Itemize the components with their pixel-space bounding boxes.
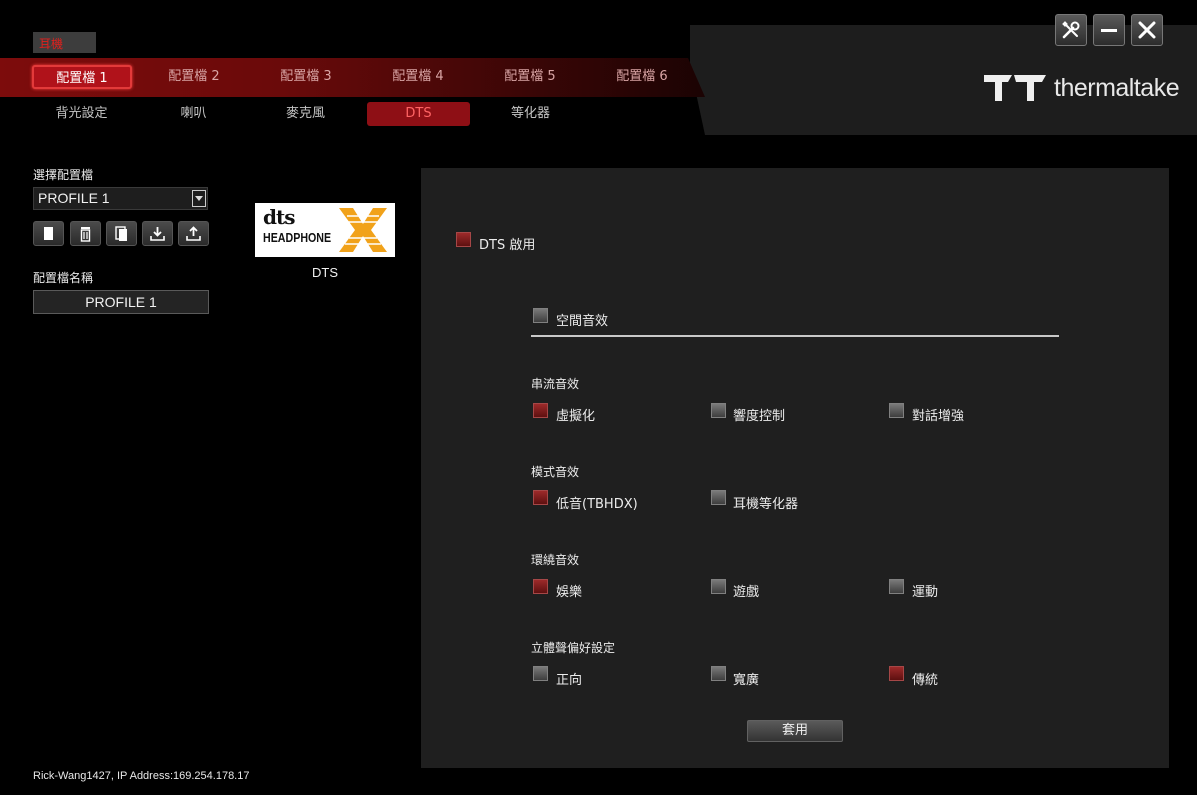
profile-name-field[interactable]: PROFILE 1 bbox=[33, 290, 209, 314]
game-label: 遊戲 bbox=[733, 585, 760, 600]
spatial-audio-checkbox[interactable] bbox=[533, 308, 548, 323]
import-icon bbox=[150, 227, 165, 241]
tab-lighting[interactable]: 背光設定 bbox=[30, 102, 133, 126]
virtualization-checkbox[interactable] bbox=[533, 403, 548, 418]
export-icon bbox=[186, 226, 201, 241]
dts-caption: DTS bbox=[312, 265, 338, 280]
tab-microphone[interactable]: 麥克風 bbox=[254, 102, 357, 126]
entertainment-label: 娛樂 bbox=[556, 585, 583, 600]
wide-checkbox[interactable] bbox=[711, 666, 726, 681]
game-checkbox[interactable] bbox=[711, 579, 726, 594]
sport-label: 運動 bbox=[912, 585, 939, 600]
apply-button[interactable]: 套用 bbox=[747, 720, 843, 742]
select-profile-label: 選擇配置檔 bbox=[33, 168, 94, 182]
group-title-surround: 環繞音效 bbox=[531, 553, 580, 567]
delete-icon bbox=[80, 227, 91, 242]
copy-icon bbox=[115, 226, 127, 241]
export-profile-button[interactable] bbox=[178, 221, 209, 246]
dialog-enhance-checkbox[interactable] bbox=[889, 403, 904, 418]
chevron-down-icon[interactable] bbox=[192, 190, 206, 207]
tab-profile-3[interactable]: 配置檔 3 bbox=[256, 65, 356, 89]
device-tab[interactable]: 耳機 bbox=[33, 32, 96, 53]
loudness-checkbox[interactable] bbox=[711, 403, 726, 418]
virtualization-label: 虛擬化 bbox=[556, 409, 596, 424]
close-button[interactable] bbox=[1131, 14, 1163, 46]
brand-logo: thermaltake bbox=[984, 70, 1180, 106]
sport-checkbox[interactable] bbox=[889, 579, 904, 594]
tab-profile-6[interactable]: 配置檔 6 bbox=[592, 65, 692, 89]
copy-profile-button[interactable] bbox=[106, 221, 137, 246]
tab-profile-2[interactable]: 配置檔 2 bbox=[144, 65, 244, 89]
profile-name-label: 配置檔名稱 bbox=[33, 271, 94, 285]
settings-button[interactable] bbox=[1055, 14, 1087, 46]
dts-x-mark-icon bbox=[339, 208, 387, 252]
traditional-checkbox[interactable] bbox=[889, 666, 904, 681]
new-profile-button[interactable] bbox=[33, 221, 64, 246]
status-bar: Rick-Wang1427, IP Address:169.254.178.17 bbox=[33, 770, 250, 782]
entertainment-checkbox[interactable] bbox=[533, 579, 548, 594]
bass-tbhdx-label: 低音(TBHDX) bbox=[556, 497, 638, 512]
tt-logo-icon bbox=[984, 75, 1046, 101]
tab-profile-4[interactable]: 配置檔 4 bbox=[368, 65, 468, 89]
group-title-streaming: 串流音效 bbox=[531, 377, 580, 391]
dialog-enhance-label: 對話增強 bbox=[912, 409, 965, 424]
dts-enable-checkbox[interactable] bbox=[456, 232, 471, 247]
spatial-audio-label: 空間音效 bbox=[556, 314, 609, 329]
delete-profile-button[interactable] bbox=[70, 221, 101, 246]
group-title-stereo: 立體聲偏好設定 bbox=[531, 641, 616, 655]
headphone-eq-label: 耳機等化器 bbox=[733, 497, 799, 512]
loudness-label: 響度控制 bbox=[733, 409, 786, 424]
tab-speaker[interactable]: 喇叭 bbox=[142, 102, 245, 126]
divider bbox=[531, 335, 1059, 337]
minimize-icon bbox=[1101, 29, 1117, 32]
wrench-screwdriver-icon bbox=[1062, 21, 1080, 39]
headphone-eq-checkbox[interactable] bbox=[711, 490, 726, 505]
dts-headphone-x-logo: dts HEADPHONE bbox=[255, 203, 395, 257]
tab-equalizer[interactable]: 等化器 bbox=[479, 102, 582, 126]
profile-select[interactable]: PROFILE 1 bbox=[33, 187, 208, 210]
traditional-label: 傳統 bbox=[912, 673, 939, 688]
minimize-button[interactable] bbox=[1093, 14, 1125, 46]
close-icon bbox=[1138, 21, 1156, 39]
brand-name: thermaltake bbox=[1054, 73, 1180, 102]
tab-dts[interactable]: DTS bbox=[367, 102, 470, 126]
front-checkbox[interactable] bbox=[533, 666, 548, 681]
bass-tbhdx-checkbox[interactable] bbox=[533, 490, 548, 505]
dts-headphone-text: HEADPHONE bbox=[263, 230, 332, 245]
dts-logo-text: dts bbox=[263, 205, 296, 229]
import-profile-button[interactable] bbox=[142, 221, 173, 246]
profile-select-value: PROFILE 1 bbox=[38, 190, 110, 206]
tab-profile-1[interactable]: 配置檔 1 bbox=[32, 65, 132, 89]
new-icon bbox=[44, 227, 53, 240]
tab-profile-5[interactable]: 配置檔 5 bbox=[480, 65, 580, 89]
front-label: 正向 bbox=[556, 673, 583, 688]
dts-enable-label: DTS 啟用 bbox=[479, 238, 536, 253]
wide-label: 寬廣 bbox=[733, 673, 760, 688]
group-title-mode: 模式音效 bbox=[531, 465, 580, 479]
